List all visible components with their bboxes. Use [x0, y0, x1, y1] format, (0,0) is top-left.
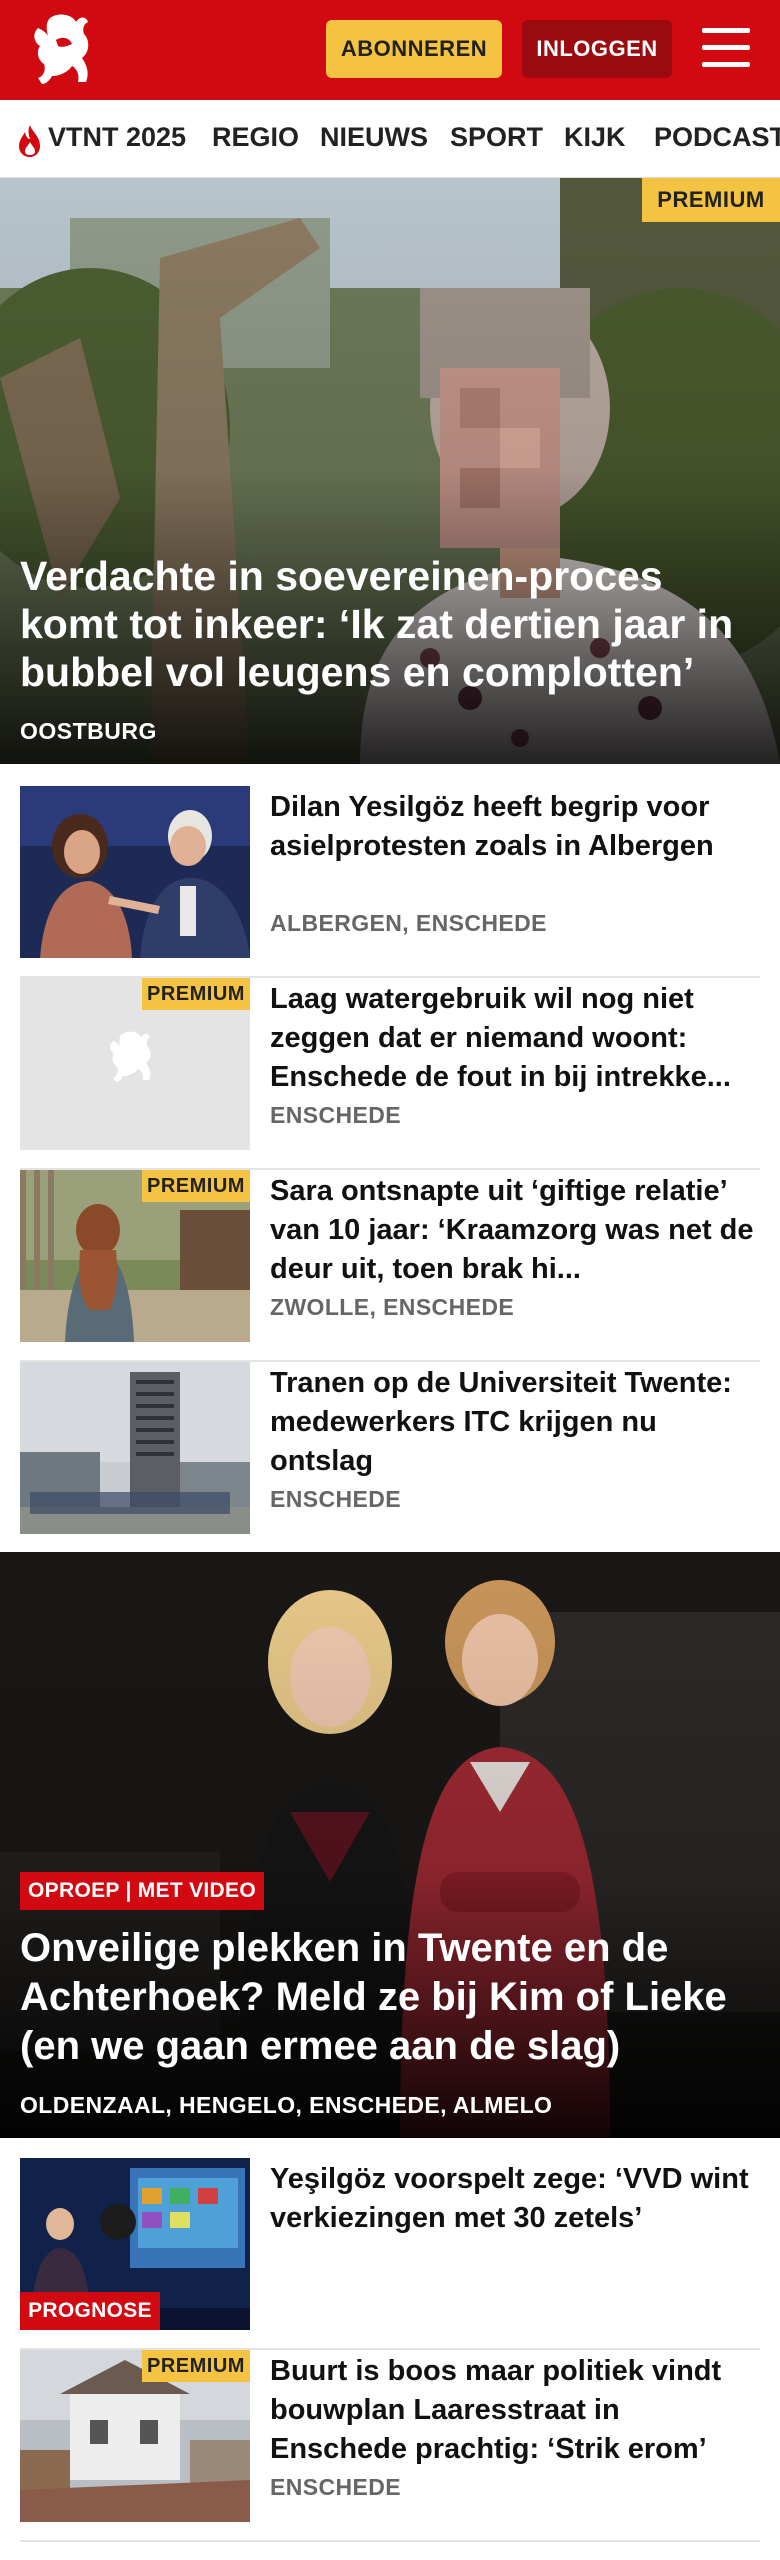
feature-headline[interactable]: Onveilige plekken in Twente en de Achter… — [20, 1924, 760, 2071]
article-location: ENSCHEDE — [270, 1102, 402, 1128]
nav-item-sport[interactable]: SPORT — [450, 122, 543, 153]
article-title[interactable]: Buurt is boos maar politiek vindt bouwpl… — [270, 2352, 760, 2469]
list-item[interactable]: PROGNOSE Yeşilgöz voorspelt zege: ‘VVD w… — [20, 2158, 760, 2350]
article-location: ZWOLLE, ENSCHEDE — [270, 1294, 515, 1320]
list-item[interactable]: PREMIUM Buurt is boos maar politiek vind… — [20, 2350, 760, 2542]
login-button[interactable]: INLOGGEN — [522, 20, 672, 78]
section-nav: VTNT 2025 REGIO NIEUWS SPORT KIJK PODCAS… — [0, 100, 780, 178]
nav-item-podcast[interactable]: PODCAST — [654, 122, 780, 153]
article-title[interactable]: Tranen op de Universiteit Twente: medewe… — [270, 1364, 760, 1481]
article-thumbnail: PREMIUM — [20, 1170, 250, 1342]
article-title[interactable]: Yeşilgöz voorspelt zege: ‘VVD wint verki… — [270, 2160, 760, 2238]
list-item[interactable]: Tranen op de Universiteit Twente: medewe… — [20, 1362, 760, 1554]
tubantia-horse-logo-icon[interactable] — [20, 10, 106, 90]
article-location: ALBERGEN, ENSCHEDE — [270, 910, 547, 936]
nav-item-nieuws[interactable]: NIEUWS — [320, 122, 428, 153]
flame-icon — [19, 125, 40, 157]
article-thumbnail — [20, 786, 250, 958]
premium-badge: PREMIUM — [142, 2350, 250, 2382]
hero-article[interactable]: PREMIUM Verdachte in soevereinen-proces … — [0, 178, 780, 764]
nav-item-kijk[interactable]: KIJK — [564, 122, 626, 153]
prognose-tag: PROGNOSE — [20, 2292, 160, 2330]
article-location: ENSCHEDE — [270, 1486, 402, 1512]
list-item[interactable]: PREMIUM Sara ontsnapte uit ‘giftige rela… — [20, 1170, 760, 1362]
article-thumbnail — [20, 1362, 250, 1534]
list-item[interactable]: PREMIUM Laag watergebruik wil nog niet z… — [20, 978, 760, 1170]
article-thumbnail: PROGNOSE — [20, 2158, 250, 2330]
hero-location: OOSTBURG — [20, 718, 157, 744]
feature-article[interactable]: OPROEP | MET VIDEO Onveilige plekken in … — [0, 1552, 780, 2138]
video-tag: OPROEP | MET VIDEO — [20, 1872, 264, 1910]
top-bar: ABONNEREN INLOGGEN — [0, 0, 780, 100]
debate-photo — [20, 786, 250, 958]
hero-headline[interactable]: Verdachte in soevereinen-proces komt tot… — [20, 552, 760, 696]
nav-item-vtnt-2025[interactable]: VTNT 2025 — [48, 122, 186, 153]
article-thumbnail: PREMIUM — [20, 2350, 250, 2522]
article-location: ENSCHEDE — [270, 2474, 402, 2500]
article-title[interactable]: Dilan Yesilgöz heeft begrip voor asielpr… — [270, 788, 760, 866]
premium-badge: PREMIUM — [642, 178, 780, 222]
article-thumbnail-placeholder: PREMIUM — [20, 978, 250, 1150]
premium-badge: PREMIUM — [142, 978, 250, 1010]
premium-badge: PREMIUM — [142, 1170, 250, 1202]
university-building-photo — [20, 1362, 250, 1534]
nav-item-regio[interactable]: REGIO — [212, 122, 299, 153]
article-title[interactable]: Sara ontsnapte uit ‘giftige relatie’ van… — [270, 1172, 760, 1292]
list-item[interactable]: Dilan Yesilgöz heeft begrip voor asielpr… — [20, 786, 760, 978]
hamburger-menu-icon[interactable] — [702, 28, 750, 70]
article-title[interactable]: Laag watergebruik wil nog niet zeggen da… — [270, 980, 760, 1100]
subscribe-button[interactable]: ABONNEREN — [326, 20, 502, 78]
feature-location: OLDENZAAL, HENGELO, ENSCHEDE, ALMELO — [20, 2092, 553, 2118]
